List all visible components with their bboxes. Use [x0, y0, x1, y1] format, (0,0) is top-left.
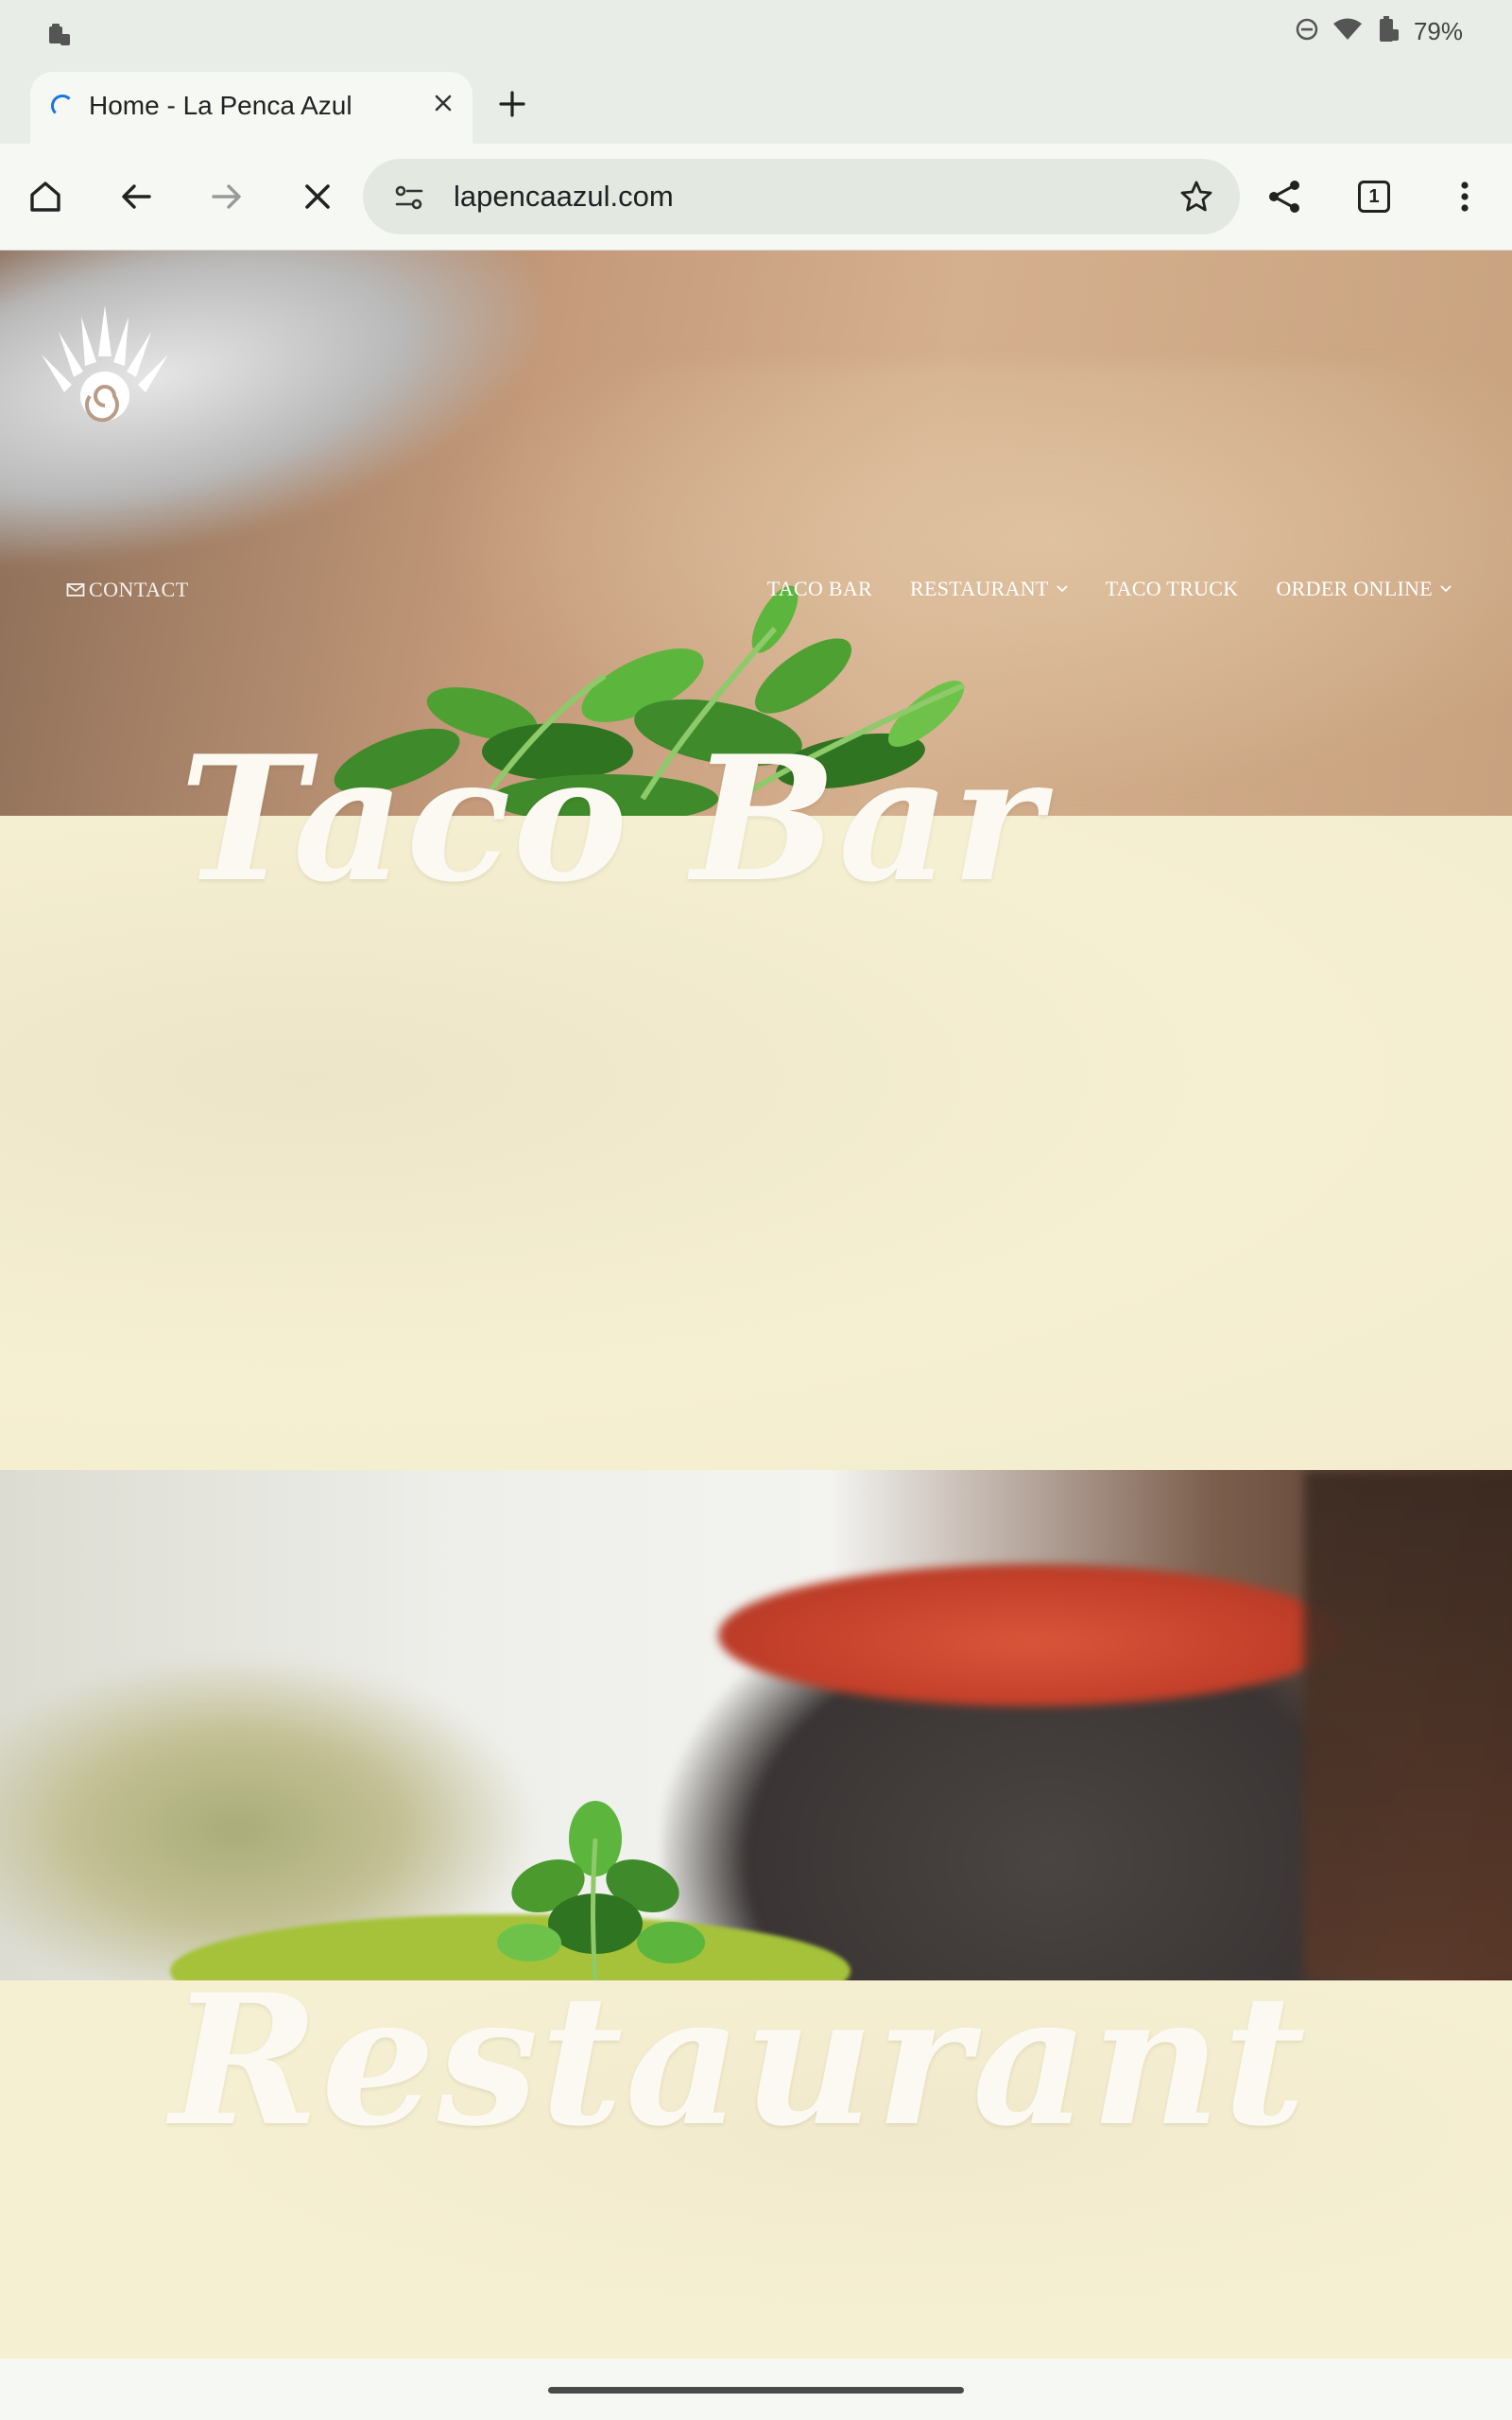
clipboard-icon: [47, 21, 72, 52]
back-button[interactable]: [112, 172, 161, 221]
home-button[interactable]: [21, 172, 70, 221]
new-tab-button[interactable]: [491, 83, 533, 125]
stop-icon: [305, 184, 330, 209]
browser-toolbar: lapencaazul.com 1: [0, 144, 1512, 251]
forward-icon: [212, 184, 241, 209]
battery-percent: 79%: [1413, 17, 1463, 45]
more-menu-button[interactable]: [1440, 172, 1489, 221]
system-status-bar: 79%: [0, 0, 1512, 68]
forward-button[interactable]: [202, 172, 251, 221]
tab-count: 1: [1368, 185, 1380, 207]
wifi-icon: [1332, 17, 1363, 46]
nav-label: TACO BAR: [766, 577, 872, 600]
stop-loading-button[interactable]: [293, 172, 342, 221]
restaurant-hero-image[interactable]: [0, 1470, 1512, 1980]
tab-switcher-button[interactable]: 1: [1349, 172, 1399, 221]
navigation-gesture-area: [0, 2359, 1512, 2420]
nav-label: RESTAURANT: [909, 577, 1049, 600]
browser-tab-active[interactable]: Home - La Penca Azul: [30, 72, 472, 144]
browser-tab-strip: Home - La Penca Azul: [0, 68, 1512, 144]
loading-spinner-icon: [51, 95, 74, 117]
nav-restaurant[interactable]: RESTAURANT: [910, 577, 1068, 601]
restaurant-heading[interactable]: Restaurant: [170, 1971, 1308, 2151]
do-not-disturb-icon: [1295, 17, 1319, 46]
share-icon: [1269, 181, 1299, 213]
url-text[interactable]: lapencaazul.com: [454, 180, 674, 214]
gesture-handle[interactable]: [548, 2387, 964, 2394]
nav-label: TACO TRUCK: [1105, 577, 1239, 600]
tab-title: Home - La Penca Azul: [89, 91, 352, 120]
chevron-down-icon: [1057, 585, 1068, 593]
bookmark-star-icon[interactable]: [1177, 178, 1215, 220]
nav-taco-truck[interactable]: TACO TRUCK: [1106, 577, 1239, 601]
battery-icon: [1376, 15, 1400, 48]
contact-link[interactable]: CONTACT: [66, 578, 189, 602]
site-info-icon[interactable]: [391, 180, 427, 220]
share-button[interactable]: [1261, 172, 1310, 221]
web-page: CONTACT TACO BAR RESTAURANT TACO TRUCK O…: [0, 251, 1512, 2359]
taco-bar-heading[interactable]: Taco Bar: [180, 733, 1044, 905]
address-bar[interactable]: lapencaazul.com: [363, 159, 1240, 234]
nav-taco-bar[interactable]: TACO BAR: [767, 577, 872, 601]
plus-icon: [499, 91, 525, 117]
chevron-down-icon: [1440, 585, 1452, 593]
contact-label: CONTACT: [89, 578, 189, 601]
envelope-icon: [66, 583, 85, 596]
close-tab-icon[interactable]: [427, 87, 459, 119]
main-navigation: TACO BAR RESTAURANT TACO TRUCK ORDER ONL…: [767, 577, 1452, 601]
nav-label: ORDER ONLINE: [1276, 577, 1433, 600]
back-icon: [122, 184, 151, 209]
more-menu-icon: [1461, 182, 1469, 212]
tab-switcher-icon: 1: [1358, 181, 1390, 213]
home-icon: [30, 182, 60, 212]
la-penca-azul-logo[interactable]: [34, 300, 176, 432]
nav-order-online[interactable]: ORDER ONLINE: [1276, 577, 1452, 601]
